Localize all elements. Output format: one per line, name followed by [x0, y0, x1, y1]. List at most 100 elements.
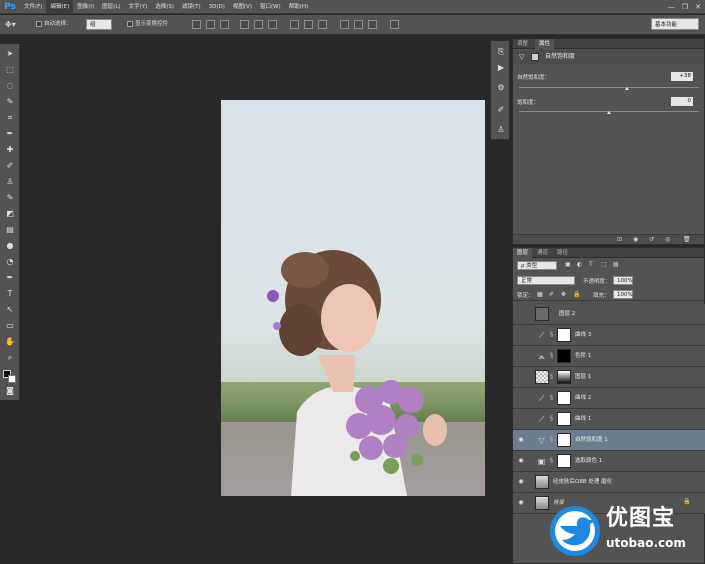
visibility-toggle[interactable]: [516, 372, 526, 382]
visibility-toggle[interactable]: [516, 330, 526, 340]
filter-adjust-icon[interactable]: ◐: [577, 261, 582, 268]
delete-adjustment-icon[interactable]: 🗑: [683, 236, 691, 243]
tab-paths[interactable]: 路径: [553, 248, 572, 258]
reset-icon[interactable]: ↺: [649, 236, 654, 243]
distribute-bottom-icon[interactable]: [318, 20, 327, 29]
distribute-vcenter-icon[interactable]: [304, 20, 313, 29]
tab-adjustments[interactable]: 调整: [513, 39, 532, 49]
menu-layer[interactable]: 图层(L): [98, 0, 124, 14]
vibrance-slider-track[interactable]: [519, 87, 699, 88]
layer-row[interactable]: ⟋ § 曲线 3: [513, 325, 705, 346]
layer-row[interactable]: ◉ 经皮肤后Q8B 处理 磨化: [513, 472, 705, 493]
menu-view[interactable]: 视图(V): [229, 0, 256, 14]
distribute-top-icon[interactable]: [290, 20, 299, 29]
visibility-toggle[interactable]: ◉: [516, 456, 526, 466]
align-left-icon[interactable]: [240, 20, 249, 29]
auto-select-dropdown[interactable]: 组: [86, 19, 112, 30]
quick-mask-icon[interactable]: ◙: [4, 386, 16, 396]
layer-row[interactable]: ⟋ § 曲线 2: [513, 388, 705, 409]
lasso-icon[interactable]: ◌: [4, 80, 16, 92]
gradient-icon[interactable]: ▤: [4, 224, 16, 236]
filter-shape-icon[interactable]: ⬚: [601, 261, 607, 268]
move-icon[interactable]: ➤: [4, 48, 16, 60]
healing-brush-icon[interactable]: ✚: [4, 144, 16, 156]
minimize-icon[interactable]: —: [668, 3, 675, 11]
visibility-toggle[interactable]: [516, 414, 526, 424]
visibility-toggle[interactable]: [516, 393, 526, 403]
actions-panel-icon[interactable]: ▶: [495, 62, 507, 74]
saturation-input[interactable]: 0: [671, 97, 693, 106]
align-bottom-icon[interactable]: [220, 20, 229, 29]
clone-stamp-icon[interactable]: ♙: [4, 176, 16, 188]
show-transform-option[interactable]: 显示变换控件: [127, 19, 168, 30]
layer-filter-dropdown[interactable]: ρ 类型: [517, 261, 557, 270]
align-hcenter-icon[interactable]: [254, 20, 263, 29]
clone-source-icon[interactable]: ♙: [495, 124, 507, 136]
distribute-left-icon[interactable]: [340, 20, 349, 29]
visibility-toggle[interactable]: [516, 351, 526, 361]
auto-select-checkbox[interactable]: [36, 20, 42, 27]
tab-layers[interactable]: 图层: [513, 248, 533, 258]
filter-type-icon[interactable]: T: [589, 261, 593, 268]
menu-3d[interactable]: 3D(D): [205, 0, 229, 14]
auto-align-icon[interactable]: [390, 20, 399, 29]
align-vcenter-icon[interactable]: [206, 20, 215, 29]
lock-transparent-icon[interactable]: ▦: [537, 291, 543, 298]
vibrance-input[interactable]: +38: [671, 72, 693, 81]
auto-select-option[interactable]: 自动选择：: [36, 19, 72, 30]
opacity-input[interactable]: 100%: [613, 276, 633, 285]
crop-icon[interactable]: ⌗: [4, 112, 16, 124]
blur-icon[interactable]: ●: [4, 240, 16, 252]
lock-position-icon[interactable]: ✥: [561, 291, 566, 298]
rectangle-icon[interactable]: ▭: [4, 320, 16, 332]
filter-smart-icon[interactable]: ▤: [613, 261, 619, 268]
filter-pixel-icon[interactable]: ▣: [565, 261, 571, 268]
visibility-toggle[interactable]: [516, 309, 526, 319]
path-select-icon[interactable]: ↖: [4, 304, 16, 316]
background-color-swatch[interactable]: [8, 375, 16, 383]
show-transform-checkbox[interactable]: [127, 20, 133, 27]
pen-icon[interactable]: ✒: [4, 272, 16, 284]
hand-icon[interactable]: ✋: [4, 336, 16, 348]
view-previous-icon[interactable]: ◉: [633, 236, 638, 243]
blend-mode-dropdown[interactable]: 正常: [517, 276, 575, 285]
layer-row[interactable]: ⟋ § 曲线 1: [513, 409, 705, 430]
align-top-icon[interactable]: [192, 20, 201, 29]
vibrance-slider-knob[interactable]: [625, 87, 629, 90]
zoom-icon[interactable]: ⌕: [4, 352, 16, 364]
layer-row[interactable]: 图层 2: [513, 304, 705, 325]
align-right-icon[interactable]: [268, 20, 277, 29]
saturation-slider-knob[interactable]: [607, 111, 611, 114]
brush-icon[interactable]: ✐: [4, 160, 16, 172]
menu-type[interactable]: 文字(Y): [125, 0, 152, 14]
clip-to-layer-icon[interactable]: ⊡: [617, 236, 622, 243]
menu-help[interactable]: 帮助(H): [285, 0, 312, 14]
menu-file[interactable]: 文件(F): [20, 0, 46, 14]
dodge-icon[interactable]: ◔: [4, 256, 16, 268]
tab-properties[interactable]: 属性: [535, 39, 555, 49]
menu-window[interactable]: 窗口(W): [256, 0, 285, 14]
lock-all-icon[interactable]: 🔒: [573, 291, 580, 298]
marquee-icon[interactable]: ⬚: [4, 64, 16, 76]
distribute-right-icon[interactable]: [368, 20, 377, 29]
move-tool-icon[interactable]: ✥▾: [5, 19, 16, 30]
layer-row-selected[interactable]: ◉ ▽ § 自然饱和度 1: [513, 430, 705, 451]
layer-row[interactable]: ⩕ § 色阶 1: [513, 346, 705, 367]
eyedropper-icon[interactable]: ✒: [4, 128, 16, 140]
lock-pixels-icon[interactable]: ✐: [549, 291, 554, 298]
menu-select[interactable]: 选择(S): [151, 0, 178, 14]
layer-row[interactable]: ◉ ▣ § 选取颜色 1: [513, 451, 705, 472]
menu-edit[interactable]: 编辑(E): [46, 0, 74, 14]
document-photo[interactable]: [221, 100, 485, 496]
history-brush-icon[interactable]: ✎: [4, 192, 16, 204]
visibility-toggle[interactable]: ◉: [516, 477, 526, 487]
layer-row[interactable]: § 图层 1: [513, 367, 705, 388]
brush-panel-icon[interactable]: ✐: [495, 104, 507, 116]
distribute-hcenter-icon[interactable]: [354, 20, 363, 29]
canvas-area[interactable]: [21, 36, 490, 564]
close-icon[interactable]: ✕: [695, 3, 701, 11]
history-panel-icon[interactable]: ⎘: [495, 46, 507, 58]
visibility-toggle[interactable]: ◉: [516, 435, 526, 445]
eraser-icon[interactable]: ◩: [4, 208, 16, 220]
mask-icon[interactable]: [531, 53, 539, 61]
